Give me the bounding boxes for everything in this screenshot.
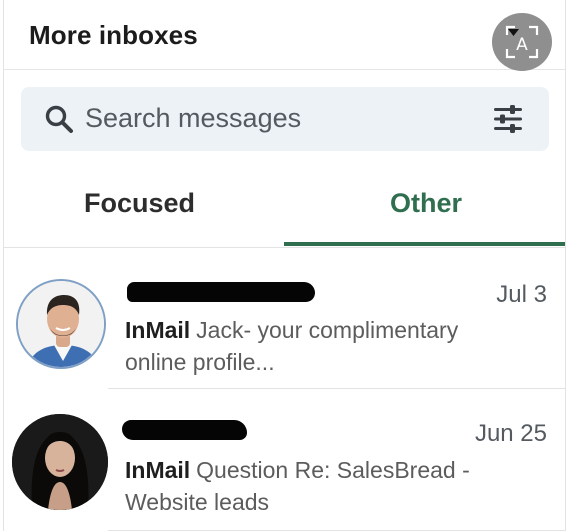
message-item[interactable]: Jul 3 InMail Jack- your complimentary onl… (4, 252, 565, 389)
filter-sliders-icon[interactable] (493, 105, 523, 133)
text-scan-letter: A (516, 35, 528, 55)
inmail-label: InMail (125, 457, 191, 483)
inbox-panel: More inboxes A Search messages Focused O… (3, 0, 566, 531)
search-icon (45, 105, 73, 133)
active-tab-indicator (284, 242, 565, 246)
search-bar[interactable]: Search messages (21, 87, 549, 151)
avatar (12, 414, 108, 510)
avatar (16, 279, 106, 369)
text-scan-icon: A (505, 25, 539, 59)
message-item[interactable]: Jun 25 InMail Question Re: SalesBread - W… (4, 390, 565, 531)
tab-focused[interactable]: Focused (84, 188, 195, 219)
panel-header: More inboxes A (4, 0, 565, 71)
search-input[interactable]: Search messages (85, 103, 301, 134)
redacted-sender-name (122, 420, 247, 440)
message-preview: InMail Question Re: SalesBread - Website … (125, 454, 530, 518)
message-preview: InMail Jack- your complimentary online pr… (125, 314, 515, 378)
message-date: Jul 3 (496, 281, 547, 308)
redacted-sender-name (127, 282, 315, 302)
text-scan-button[interactable]: A (492, 13, 552, 71)
tab-other[interactable]: Other (390, 188, 462, 219)
divider (108, 388, 565, 389)
inbox-tabs: Focused Other (4, 162, 565, 248)
message-date: Jun 25 (474, 420, 547, 447)
inmail-label: InMail (125, 317, 191, 343)
page-title: More inboxes (29, 20, 198, 50)
